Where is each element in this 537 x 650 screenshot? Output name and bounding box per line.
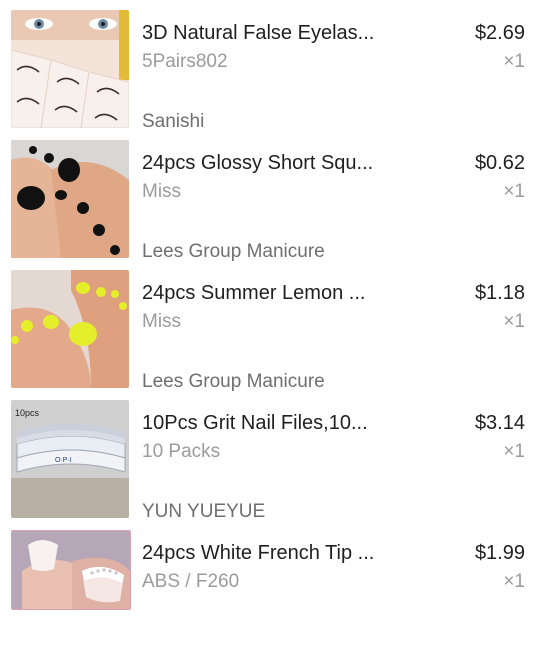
product-title[interactable]: 24pcs White French Tip ... xyxy=(142,542,392,565)
product-price: $1.99 xyxy=(474,542,525,564)
product-title[interactable]: 10Pcs Grit Nail Files,10... xyxy=(142,412,392,435)
product-variant: ABS / F260 xyxy=(142,571,240,592)
image-brand: O·P·I xyxy=(55,457,72,464)
image-caption: 10pcs xyxy=(15,408,40,418)
store-name[interactable]: Lees Group Manicure xyxy=(142,371,442,393)
list-item[interactable]: 3D Natural False Eyelas... 5Pairs802 San… xyxy=(0,10,537,133)
list-item[interactable]: 24pcs White French Tip ... ABS / F260 $1… xyxy=(0,530,537,650)
black-toenails-image[interactable] xyxy=(11,140,129,258)
yellow-toenails-image[interactable] xyxy=(11,270,129,388)
eyelashes-image[interactable] xyxy=(11,10,129,128)
store-name[interactable]: Sanishi xyxy=(142,111,442,133)
french-tip-nails-image[interactable] xyxy=(11,530,131,610)
product-variant: Miss xyxy=(142,181,182,202)
product-price: $3.14 xyxy=(474,412,525,434)
product-variant: 10 Packs xyxy=(142,441,221,462)
list-item[interactable]: 24pcs Summer Lemon ... Miss Lees Group M… xyxy=(0,270,537,393)
product-title[interactable]: 24pcs Summer Lemon ... xyxy=(142,282,392,305)
product-quantity: ×1 xyxy=(503,181,525,202)
list-item[interactable]: 24pcs Glossy Short Squ... Miss Lees Grou… xyxy=(0,140,537,263)
product-price: $1.18 xyxy=(474,282,525,304)
nail-files-image[interactable]: 10pcs O·P·I xyxy=(11,400,129,518)
store-name[interactable]: YUN YUEYUE xyxy=(142,501,442,523)
product-quantity: ×1 xyxy=(503,571,525,592)
product-variant: 5Pairs802 xyxy=(142,51,228,72)
product-variant: Miss xyxy=(142,311,182,332)
product-quantity: ×1 xyxy=(503,51,525,72)
product-quantity: ×1 xyxy=(503,311,525,332)
product-title[interactable]: 3D Natural False Eyelas... xyxy=(142,22,392,45)
product-price: $2.69 xyxy=(474,22,525,44)
list-item[interactable]: 10pcs O·P·I 10Pcs Grit Nail Files,10... … xyxy=(0,400,537,523)
product-title[interactable]: 24pcs Glossy Short Squ... xyxy=(142,152,392,175)
product-quantity: ×1 xyxy=(503,441,525,462)
store-name[interactable]: Lees Group Manicure xyxy=(142,241,442,263)
product-price: $0.62 xyxy=(474,152,525,174)
